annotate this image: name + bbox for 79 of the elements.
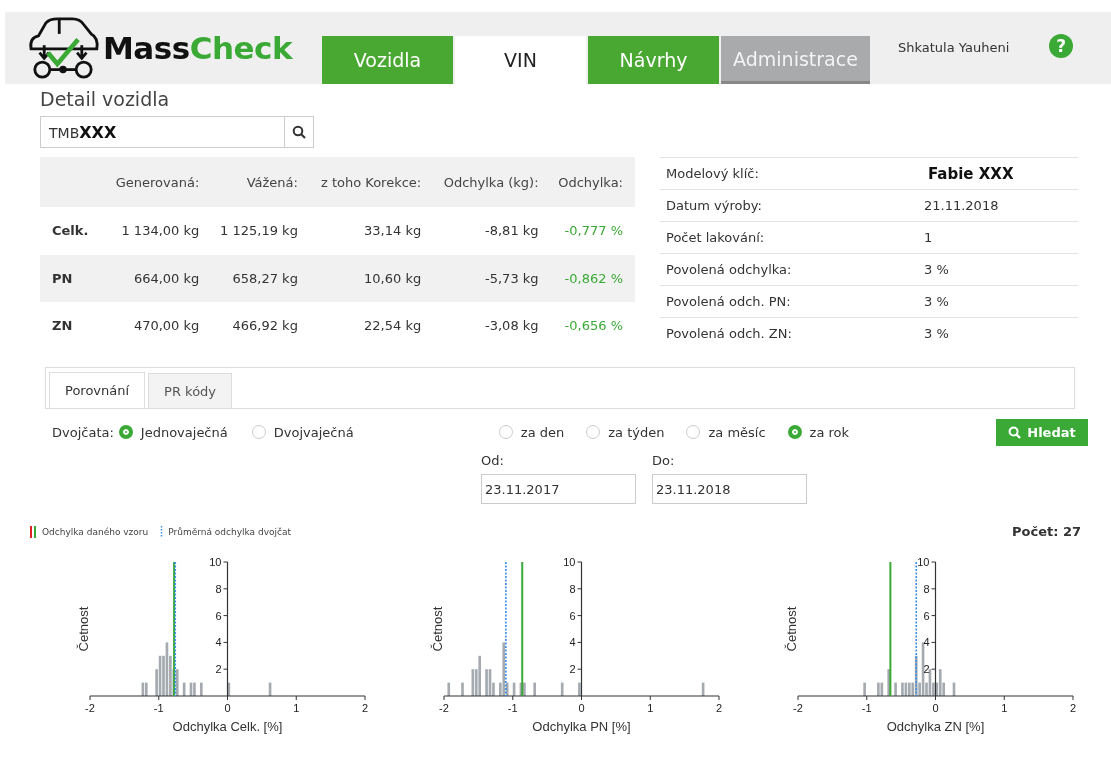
table-cell: 1 134,00 kg — [121, 223, 200, 239]
column-header: Vážená: — [246, 174, 298, 190]
tick-label: 10 — [563, 556, 576, 568]
tick-label: 8 — [215, 582, 222, 595]
row-label: PN — [52, 270, 73, 286]
tick-label: 6 — [215, 609, 222, 622]
tick-label: 10 — [917, 556, 930, 568]
tick-label: 6 — [569, 609, 576, 622]
column-header: Odchylka: — [558, 174, 623, 190]
tick-label: 4 — [569, 636, 576, 649]
axis-label: Odchylka Celk. [%] — [172, 719, 283, 734]
tick-label: 2 — [569, 663, 576, 676]
column-header: Odchylka (kg): — [443, 174, 539, 190]
table-cell: -8,81 kg — [485, 223, 539, 239]
info-label: Datum výroby: — [666, 198, 762, 213]
table-cell: 470,00 kg — [133, 317, 200, 333]
info-label: Povolená odch. PN: — [666, 294, 791, 309]
row-label: Celk. — [52, 223, 89, 239]
field-label: Od: — [481, 453, 505, 468]
tick-label: 1 — [293, 702, 300, 714]
twins-label: Dvojčata: — [52, 424, 114, 440]
count-label: Počet: 27 — [1012, 524, 1081, 539]
info-label: Modelový klíč: — [666, 166, 759, 181]
table-cell: -0,862 % — [564, 270, 623, 286]
tick-label: -1 — [861, 702, 872, 714]
tick-label: 8 — [923, 582, 930, 595]
column-header: Generovaná: — [115, 174, 200, 190]
tick-label: 10 — [209, 556, 222, 568]
table-cell: 1 125,19 kg — [220, 223, 298, 239]
info-value: 21.11.2018 — [924, 198, 999, 213]
info-value: Fabie XXX — [928, 164, 1014, 183]
legend-label: Odchylka daného vzoru — [42, 526, 149, 537]
info-value: 3 % — [924, 262, 949, 277]
tick-label: -1 — [153, 702, 164, 714]
table-cell: 33,14 kg — [364, 223, 422, 239]
tick-label: 1 — [1001, 702, 1008, 714]
tick-label: 2 — [715, 702, 723, 714]
axis-label: Četnost — [430, 606, 445, 652]
info-label: Povolená odch. ZN: — [666, 326, 792, 341]
info-value: 1 — [924, 230, 933, 245]
tick-label: 0 — [578, 702, 585, 714]
legend-label: Průměrná odchylka dvojčat — [168, 526, 291, 537]
table-cell: 10,60 kg — [364, 270, 422, 286]
tick-label: 0 — [224, 702, 231, 714]
axis-label: Odchylka PN [%] — [532, 719, 631, 734]
table-cell: 466,92 kg — [232, 317, 298, 333]
info-label: Počet lakování: — [666, 230, 765, 245]
info-label: Povolená odchylka: — [666, 262, 792, 277]
tick-label: 2 — [215, 663, 222, 676]
table-cell: 658,27 kg — [232, 270, 298, 286]
tick-label: 8 — [569, 582, 576, 595]
page-title: Detail vozidla — [40, 88, 171, 110]
axis-label: Odchylka ZN [%] — [886, 719, 985, 734]
tick-label: 2 — [361, 702, 369, 714]
table-cell: -5,73 kg — [485, 270, 539, 286]
info-value: 3 % — [924, 294, 949, 309]
axis-label: Četnost — [76, 606, 91, 652]
column-header: z toho Korekce: — [320, 174, 422, 190]
table-cell: 22,54 kg — [364, 317, 422, 333]
field-label: Do: — [652, 453, 676, 468]
tick-label: -1 — [507, 702, 518, 714]
table-cell: -3,08 kg — [485, 317, 539, 333]
tick-label: 4 — [923, 636, 930, 649]
tick-label: 4 — [215, 636, 222, 649]
tick-label: -2 — [439, 702, 449, 714]
tick-label: 1 — [647, 702, 654, 714]
tick-label: 2 — [1069, 702, 1077, 714]
table-cell: -0,777 % — [564, 223, 623, 239]
table-cell: 664,00 kg — [133, 270, 200, 286]
logo-text: MassCheck — [103, 30, 292, 66]
tick-label: -2 — [793, 702, 803, 714]
tick-label: 6 — [923, 609, 930, 622]
tick-label: 2 — [923, 663, 930, 676]
table-cell: -0,656 % — [564, 317, 623, 333]
tick-label: 0 — [932, 702, 939, 714]
row-label: ZN — [52, 317, 73, 333]
info-value: 3 % — [924, 326, 949, 341]
axis-label: Četnost — [784, 606, 799, 652]
tick-label: -2 — [85, 702, 95, 714]
